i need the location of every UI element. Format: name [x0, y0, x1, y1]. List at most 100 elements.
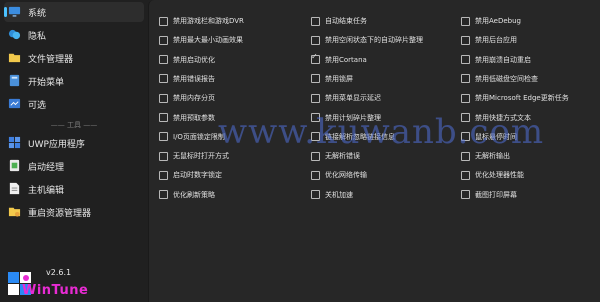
option-label: 禁用快捷方式文本 — [475, 113, 531, 122]
sidebar-item-label: 可选 — [28, 101, 47, 111]
option-checkbox[interactable] — [311, 35, 320, 45]
option-checkbox[interactable] — [159, 170, 168, 180]
option-checkbox[interactable] — [159, 35, 168, 45]
option-checkbox[interactable] — [311, 16, 320, 26]
option-label: 截图打印屏幕 — [475, 190, 517, 199]
sidebar: 系统 隐私 文件管理器 开始菜单 可选 —— 工具 —— UWP应用程序 启动经… — [0, 0, 148, 302]
option-row[interactable]: 禁用AeDebug — [461, 16, 521, 26]
sidebar-item-uwp-apps[interactable]: UWP应用程序 — [4, 133, 144, 153]
option-row[interactable]: 鼠标悬停时间 — [461, 132, 517, 142]
option-label: 禁用Cortana — [325, 55, 367, 64]
option-checkbox[interactable] — [159, 190, 168, 200]
sidebar-item-label: 隐私 — [28, 32, 47, 42]
option-checkbox[interactable] — [311, 74, 320, 84]
option-row[interactable]: 禁用锁屏 — [311, 74, 353, 84]
option-checkbox[interactable] — [311, 170, 320, 180]
option-row[interactable]: 禁用菜单显示延迟 — [311, 93, 381, 103]
sidebar-item-optional[interactable]: 可选 — [4, 94, 144, 114]
option-row[interactable]: 自动结束任务 — [311, 16, 367, 26]
sidebar-item-label: 文件管理器 — [28, 55, 74, 65]
option-checkbox[interactable] — [311, 151, 320, 161]
option-checkbox[interactable] — [159, 93, 168, 103]
option-checkbox[interactable] — [159, 151, 168, 161]
tools-divider: —— 工具 —— — [50, 121, 98, 129]
option-row[interactable]: 禁用低磁盘空间检查 — [461, 74, 538, 84]
option-row[interactable]: 禁用Cortana — [311, 52, 367, 65]
option-row[interactable]: 链接解析忽略链接信息 — [311, 132, 395, 142]
option-row[interactable]: 禁用崩溃自动重启 — [461, 55, 531, 65]
sidebar-item-label: 重启资源管理器 — [28, 209, 92, 219]
option-label: 禁用最大最小动画效果 — [173, 36, 243, 45]
option-checkbox[interactable] — [461, 55, 470, 65]
option-row[interactable]: 截图打印屏幕 — [461, 190, 517, 200]
app-version: v2.6.1 — [46, 268, 72, 277]
option-checkbox[interactable] — [311, 52, 320, 65]
option-row[interactable]: 优化处理器性能 — [461, 170, 524, 180]
option-checkbox[interactable] — [159, 55, 168, 65]
option-checkbox[interactable] — [461, 113, 470, 122]
sidebar-item-start-menu[interactable]: 开始菜单 — [4, 71, 144, 91]
option-checkbox[interactable] — [311, 93, 320, 103]
option-row[interactable]: 无鼠标时打开方式 — [159, 151, 229, 161]
option-row[interactable]: I/O页面锁定限制 — [159, 132, 225, 142]
active-indicator — [4, 7, 7, 17]
sidebar-item-privacy[interactable]: 隐私 — [4, 25, 144, 45]
option-checkbox[interactable] — [311, 113, 320, 122]
option-row[interactable]: 禁用计划碎片整理 — [311, 113, 381, 123]
option-row[interactable]: 启动时数字锁定 — [159, 170, 222, 180]
option-row[interactable]: 禁用最大最小动画效果 — [159, 35, 243, 45]
option-checkbox[interactable] — [461, 132, 470, 142]
sidebar-item-file-manager[interactable]: 文件管理器 — [4, 48, 144, 68]
sidebar-item-system[interactable]: 系统 — [4, 2, 144, 22]
option-checkbox[interactable] — [461, 93, 470, 103]
option-checkbox[interactable] — [461, 74, 470, 84]
option-checkbox[interactable] — [461, 190, 470, 200]
option-label: 鼠标悬停时间 — [475, 132, 517, 141]
option-row[interactable]: 无解析输出 — [461, 151, 510, 161]
option-row[interactable]: 禁用启动优化 — [159, 55, 215, 65]
option-checkbox[interactable] — [159, 74, 168, 84]
option-label: 禁用错误报告 — [173, 74, 215, 83]
option-checkbox[interactable] — [461, 35, 470, 45]
option-label: 自动结束任务 — [325, 17, 367, 25]
option-label: 禁用启动优化 — [173, 55, 215, 64]
option-row[interactable]: 禁用Microsoft Edge更新任务 — [461, 93, 569, 103]
option-label: 优化处理器性能 — [475, 171, 524, 180]
option-checkbox[interactable] — [461, 170, 470, 180]
option-checkbox[interactable] — [159, 113, 168, 122]
option-label: I/O页面锁定限制 — [173, 132, 225, 141]
option-row[interactable]: 禁用预取参数 — [159, 113, 215, 123]
option-label: 禁用游戏栏和游戏DVR — [173, 17, 244, 25]
sidebar-item-restart-explorer[interactable]: 重启资源管理器 — [4, 202, 144, 222]
option-label: 无解析输出 — [475, 152, 510, 161]
sidebar-item-startup[interactable]: 启动经理 — [4, 156, 144, 176]
option-checkbox[interactable] — [159, 16, 168, 26]
option-row[interactable]: 优化网络传输 — [311, 170, 367, 180]
sidebar-item-hosts[interactable]: 主机编辑 — [4, 179, 144, 199]
option-row[interactable]: 禁用游戏栏和游戏DVR — [159, 16, 244, 26]
option-checkbox[interactable] — [311, 190, 320, 200]
option-label: 禁用崩溃自动重启 — [475, 55, 531, 64]
option-row[interactable]: 无解析错误 — [311, 151, 360, 161]
option-checkbox[interactable] — [159, 132, 168, 142]
start-menu-icon — [9, 74, 20, 87]
option-label: 关机加速 — [325, 190, 353, 199]
option-row[interactable]: 禁用内存分页 — [159, 93, 215, 103]
option-label: 无鼠标时打开方式 — [173, 152, 229, 161]
option-label: 优化刷新策略 — [173, 190, 215, 199]
option-row[interactable]: 禁用快捷方式文本 — [461, 113, 531, 123]
folder-icon — [8, 53, 21, 63]
option-row[interactable]: 关机加速 — [311, 190, 353, 200]
option-checkbox[interactable] — [461, 16, 470, 26]
option-label: 禁用Microsoft Edge更新任务 — [475, 94, 569, 103]
option-row[interactable]: 优化刷新策略 — [159, 190, 215, 200]
option-row[interactable]: 禁用空闲状态下的自动碎片整理 — [311, 35, 423, 45]
option-row[interactable]: 禁用后台应用 — [461, 35, 517, 45]
sidebar-item-label: 系统 — [28, 9, 47, 19]
option-checkbox[interactable] — [311, 132, 320, 142]
option-checkbox[interactable] — [461, 151, 470, 161]
option-row[interactable]: 禁用错误报告 — [159, 74, 215, 84]
sidebar-item-label: 主机编辑 — [28, 186, 65, 196]
option-label: 无解析错误 — [325, 152, 360, 161]
option-label: 禁用预取参数 — [173, 113, 215, 122]
